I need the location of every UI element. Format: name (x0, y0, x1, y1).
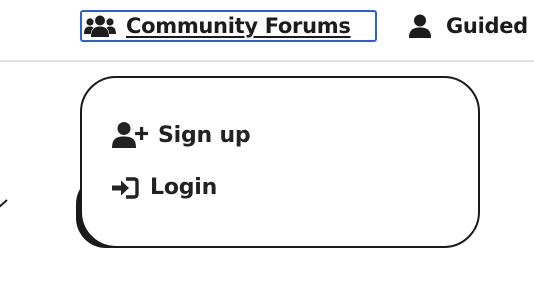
menu-item-label: Login (150, 175, 218, 200)
users-icon (84, 14, 116, 38)
menu-item-login[interactable]: Login (112, 175, 217, 200)
top-navigation: Community Forums Guided (0, 0, 534, 62)
user-plus-icon (112, 121, 148, 149)
menu-item-label: Sign up (158, 122, 251, 148)
sign-in-icon (112, 176, 140, 200)
nav-link-community-forums[interactable]: Community Forums (80, 10, 377, 42)
menu-item-sign-up[interactable]: Sign up (112, 121, 251, 149)
nav-link-label: Community Forums (126, 14, 351, 38)
user-icon (408, 14, 432, 38)
nav-link-label: Guided (446, 14, 528, 38)
account-dropdown-menu: Sign up Login (80, 76, 480, 248)
chevron-icon (0, 199, 8, 208)
nav-link-guided[interactable]: Guided (408, 10, 528, 42)
